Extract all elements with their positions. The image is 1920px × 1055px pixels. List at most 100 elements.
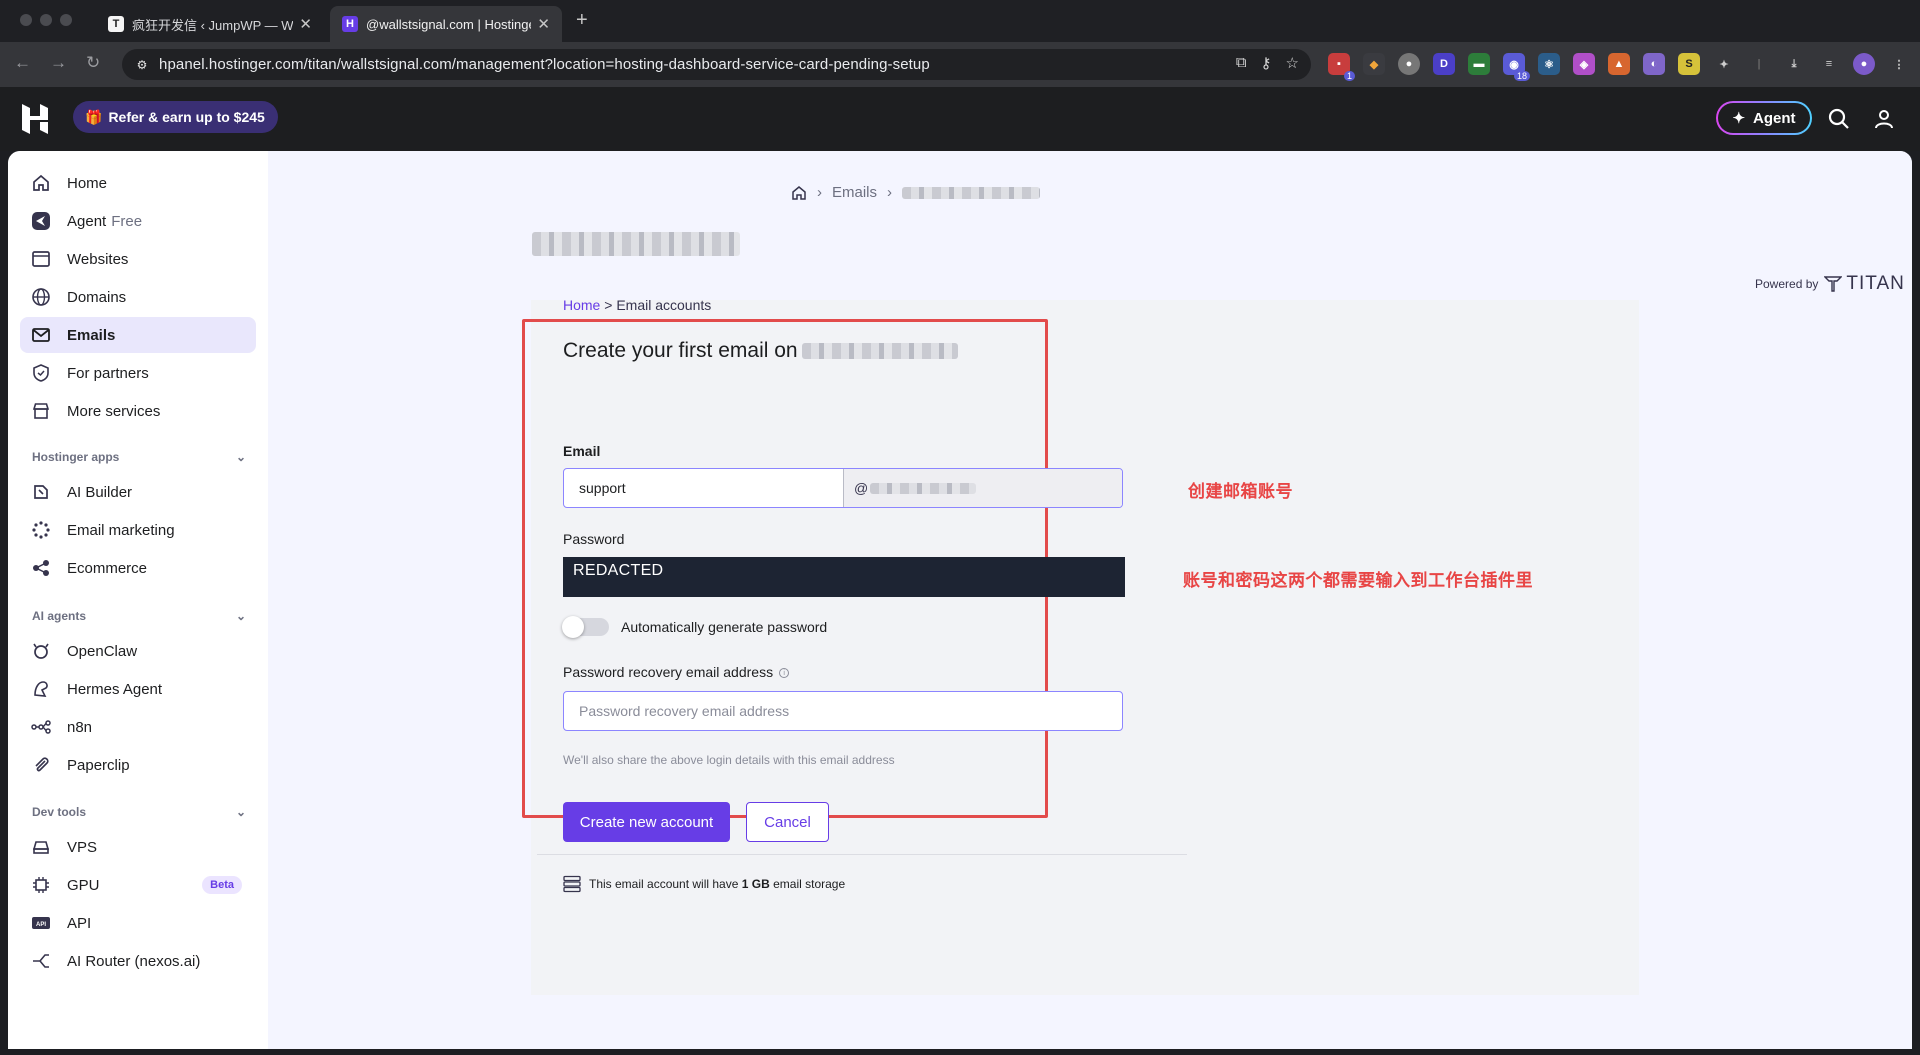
downloads-icon[interactable]: ⤓	[1783, 53, 1805, 75]
titan-crumb-home-link[interactable]: Home	[563, 297, 600, 313]
window-minimize-button[interactable]	[40, 14, 52, 26]
agent-sparkle-icon: ✦	[1732, 110, 1746, 127]
auto-generate-toggle[interactable]	[562, 616, 609, 638]
globe-icon	[30, 286, 52, 308]
tab-title: 疯狂开发信 ‹ JumpWP — Wor	[132, 17, 294, 33]
window-zoom-button[interactable]	[60, 14, 72, 26]
section-header-dev-tools[interactable]: Dev tools ⌄	[32, 805, 246, 819]
browser-tab-hostinger[interactable]: H @wallstsignal.com | Hostinge ✕	[330, 6, 562, 42]
sidebar-item-ecommerce[interactable]: Ecommerce	[20, 550, 256, 586]
browser-menu-icon[interactable]: ⋮	[1888, 53, 1910, 75]
install-app-icon[interactable]: ⧉	[1236, 54, 1247, 72]
sidebar-item-more-services[interactable]: More services	[20, 393, 256, 429]
sidebar-item-openclaw[interactable]: OpenClaw	[20, 633, 256, 669]
n8n-icon	[30, 716, 52, 738]
profile-avatar-icon[interactable]: ●	[1853, 53, 1875, 75]
bookmark-star-icon[interactable]: ☆	[1286, 54, 1299, 72]
recovery-hint: We'll also share the above login details…	[563, 753, 895, 767]
titan-breadcrumb: Home > Email accounts	[563, 297, 712, 313]
forward-arrow-icon[interactable]: →	[50, 53, 67, 73]
redacted-domain	[870, 482, 977, 494]
window-close-button[interactable]	[20, 14, 32, 26]
hostinger-logo-icon[interactable]	[20, 102, 50, 136]
reload-icon[interactable]: ↻	[86, 53, 100, 73]
sidebar-item-for-partners[interactable]: For partners	[20, 355, 256, 391]
sidebar-item-vps[interactable]: VPS	[20, 829, 256, 865]
close-tab-icon[interactable]: ✕	[537, 15, 550, 33]
toolbar-divider: |	[1757, 58, 1761, 70]
extension-purple-icon[interactable]: ◉ 18	[1503, 53, 1530, 81]
breadcrumb: › Emails ›	[791, 184, 1041, 201]
url-text[interactable]: hpanel.hostinger.com/titan/wallstsignal.…	[159, 56, 930, 73]
new-tab-plus-icon[interactable]: +	[576, 9, 588, 32]
back-arrow-icon[interactable]: ←	[14, 53, 31, 73]
ai-router-icon	[30, 950, 52, 972]
extension-green-icon[interactable]: ▬	[1468, 53, 1490, 75]
sidebar-item-ai-router[interactable]: AI Router (nexos.ai)	[20, 943, 256, 979]
home-breadcrumb-icon[interactable]	[791, 185, 807, 201]
info-icon[interactable]: i	[779, 668, 790, 679]
redacted-page-title	[532, 232, 740, 256]
browser-tab-bar: T 疯狂开发信 ‹ JumpWP — Wor ✕ H @wallstsignal…	[0, 0, 1920, 42]
jumpwp-favicon-icon: T	[108, 16, 124, 32]
sidebar: Home Agent Free Websites Domains Emails …	[8, 151, 268, 1049]
password-input[interactable]: REDACTED	[563, 557, 1125, 597]
sidebar-item-agent[interactable]: Agent Free	[20, 203, 256, 239]
form-divider	[537, 854, 1187, 855]
extension-red-icon[interactable]: ▪ 1	[1328, 53, 1355, 81]
address-bar[interactable]: ⚙ hpanel.hostinger.com/titan/wallstsigna…	[122, 49, 1311, 80]
sidebar-item-domains[interactable]: Domains	[20, 279, 256, 315]
refer-label: Refer & earn up to $245	[108, 109, 265, 125]
form-title: Create your first email on	[563, 339, 958, 363]
search-icon[interactable]	[1827, 107, 1851, 131]
extension-pink-icon[interactable]: ◈	[1573, 53, 1595, 75]
store-icon	[30, 400, 52, 422]
agent-button[interactable]: ✦ Agent	[1716, 101, 1812, 135]
sidebar-item-n8n[interactable]: n8n	[20, 709, 256, 745]
create-new-account-button[interactable]: Create new account	[563, 802, 730, 842]
sidebar-item-api[interactable]: API API	[20, 905, 256, 941]
extension-orange-icon[interactable]: ◆	[1363, 53, 1385, 75]
account-user-icon[interactable]	[1872, 107, 1896, 131]
annotation-create-account: 创建邮箱账号	[1188, 482, 1293, 501]
password-label: Password	[563, 531, 625, 547]
email-input-group: support @	[563, 468, 1123, 508]
sidebar-item-home[interactable]: Home	[20, 165, 256, 201]
extensions-row: ▪ 1 ◆ ● D ▬ ◉ 18 ⚛ ◈ ▲ ◐ S ✦ | ⤓ ≡ ● ⋮	[1328, 53, 1910, 81]
close-tab-icon[interactable]: ✕	[299, 15, 312, 33]
extension-react-icon[interactable]: ⚛	[1538, 53, 1560, 75]
extension-lavender-icon[interactable]: ◐	[1643, 53, 1665, 75]
omnibox-actions: ⧉ ⚷ ☆	[1236, 54, 1299, 72]
browser-tab-jumpwp[interactable]: T 疯狂开发信 ‹ JumpWP — Wor ✕	[96, 6, 324, 42]
hpanel-header: 🎁 Refer & earn up to $245 ✦ Agent	[0, 87, 1920, 151]
site-settings-icon[interactable]: ⚙	[131, 54, 153, 76]
chevron-right-icon: ›	[887, 184, 893, 201]
sidebar-item-emails[interactable]: Emails	[20, 317, 256, 353]
sidebar-item-ai-builder[interactable]: AI Builder	[20, 474, 256, 510]
gift-icon: 🎁	[85, 108, 103, 125]
password-key-icon[interactable]: ⚷	[1261, 54, 1272, 72]
breadcrumb-emails-link[interactable]: Emails	[832, 184, 877, 201]
extension-yellow-icon[interactable]: S	[1678, 53, 1700, 75]
reading-list-icon[interactable]: ≡	[1818, 53, 1840, 75]
storage-info: This email account will have 1 GB email …	[563, 875, 845, 893]
section-header-hostinger-apps[interactable]: Hostinger apps ⌄	[32, 450, 246, 464]
cancel-button[interactable]: Cancel	[746, 802, 829, 842]
sidebar-item-paperclip[interactable]: Paperclip	[20, 747, 256, 783]
email-username-input[interactable]: support	[564, 469, 844, 507]
extension-d-icon[interactable]: D	[1433, 53, 1455, 75]
extension-gray-circle-icon[interactable]: ●	[1398, 53, 1420, 75]
recovery-email-input[interactable]	[563, 691, 1123, 731]
sidebar-item-gpu[interactable]: GPU Beta	[20, 867, 256, 903]
extension-fox-icon[interactable]: ▲	[1608, 53, 1630, 75]
powered-by-titan: Powered by TITAN	[1755, 273, 1905, 294]
agent-icon	[30, 210, 52, 232]
main-content: › Emails › Powered by TITAN	[268, 151, 1912, 1049]
extensions-puzzle-icon[interactable]: ✦	[1713, 53, 1735, 75]
refer-earn-button[interactable]: 🎁 Refer & earn up to $245	[73, 101, 278, 133]
sidebar-item-hermes-agent[interactable]: Hermes Agent	[20, 671, 256, 707]
sidebar-item-email-marketing[interactable]: Email marketing	[20, 512, 256, 548]
sidebar-item-websites[interactable]: Websites	[20, 241, 256, 277]
section-header-ai-agents[interactable]: AI agents ⌄	[32, 609, 246, 623]
recovery-label: Password recovery email address i	[563, 664, 790, 680]
